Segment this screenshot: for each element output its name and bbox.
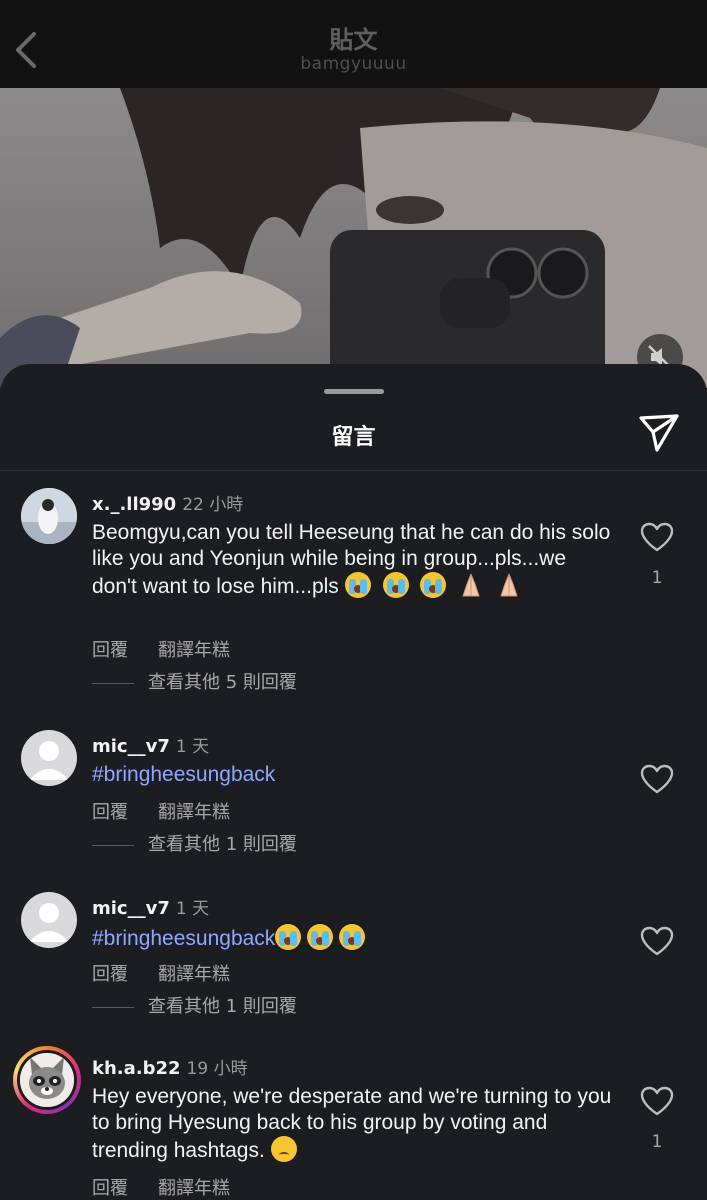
view-more-replies[interactable]: 查看其他 1 則回覆 — [92, 992, 297, 1018]
view-more-replies-label: 查看其他 5 則回覆 — [148, 672, 297, 693]
reply-button[interactable]: 回覆 — [92, 1178, 128, 1199]
loudly-crying-face-icon — [420, 572, 447, 598]
like-count: 1 — [651, 568, 663, 588]
page-subtitle-username[interactable]: bamgyuuuu — [0, 54, 707, 74]
view-more-replies-label: 查看其他 1 則回覆 — [148, 834, 297, 855]
comment-actions: 回覆 翻譯年糕 — [92, 1174, 260, 1200]
hashtag-link[interactable]: #bringheesungback — [92, 927, 275, 950]
default-avatar-icon — [29, 741, 69, 780]
loudly-crying-face-icon — [382, 572, 409, 598]
top-nav-bar: 貼文 bamgyuuuu — [0, 0, 707, 88]
view-more-replies[interactable]: 查看其他 1 則回覆 — [92, 830, 297, 856]
sheet-grabber-handle[interactable] — [324, 389, 384, 394]
comment-username[interactable]: kh.a.b22 — [92, 1058, 181, 1079]
comment-actions: 回覆 翻譯年糕 — [92, 798, 260, 824]
comment-actions: 回覆 翻譯年糕 — [92, 960, 260, 986]
avatar-ring-gap — [17, 1050, 77, 1110]
loudly-crying-face-icon — [275, 924, 302, 950]
avatar-photo — [20, 1053, 74, 1107]
replies-divider-line — [92, 844, 134, 846]
avatar[interactable] — [21, 488, 77, 544]
hashtag-link[interactable]: #bringheesungback — [92, 763, 275, 786]
translate-button[interactable]: 翻譯年糕 — [158, 964, 230, 985]
translate-button[interactable]: 翻譯年糕 — [158, 640, 230, 661]
like-button[interactable] — [640, 1086, 674, 1116]
view-more-replies[interactable]: 查看其他 5 則回覆 — [92, 668, 297, 694]
photo-illustration — [0, 88, 707, 388]
disappointed-face-icon — [270, 1136, 297, 1162]
loudly-crying-face-icon — [344, 572, 371, 598]
comment-time: 1 天 — [175, 737, 210, 757]
translate-button[interactable]: 翻譯年糕 — [158, 802, 230, 823]
default-avatar-icon — [29, 903, 69, 942]
like-button[interactable] — [640, 522, 674, 552]
comment-text: Hey everyone, we're desperate and we're … — [92, 1084, 612, 1164]
like-button[interactable] — [640, 926, 674, 956]
comment-meta: x._.ll990 22 小時 — [92, 490, 243, 515]
translate-button[interactable]: 翻譯年糕 — [158, 1178, 230, 1199]
replies-divider-line — [92, 1006, 134, 1008]
folded-hands-icon — [496, 572, 522, 598]
comment-text: #bringheesungback — [92, 762, 612, 788]
heart-icon — [640, 522, 674, 552]
reply-button[interactable]: 回覆 — [92, 802, 128, 823]
heart-icon — [640, 764, 674, 794]
raccoon-avatar-icon — [20, 1053, 74, 1107]
comments-title: 留言 — [331, 425, 376, 450]
share-button[interactable] — [637, 410, 681, 454]
comment-username[interactable]: mic__v7 — [92, 898, 170, 919]
avatar-with-story-ring[interactable] — [13, 1046, 81, 1114]
replies-divider-line — [92, 682, 134, 684]
heart-icon — [640, 1086, 674, 1116]
post-comments-screen: 貼文 bamgyuuuu 留言 x._.ll990 22 小時 Beomgyu,… — [0, 0, 707, 1200]
comment-actions: 回覆 翻譯年糕 — [92, 636, 260, 662]
comment-meta: kh.a.b22 19 小時 — [92, 1054, 248, 1079]
loudly-crying-face-icon — [307, 924, 334, 950]
loudly-crying-face-icon — [339, 924, 366, 950]
share-send-icon — [639, 414, 679, 452]
comment-time: 1 天 — [175, 899, 210, 919]
page-title: 貼文 — [329, 26, 378, 54]
post-photo — [0, 88, 707, 388]
comment-body: Hey everyone, we're desperate and we're … — [92, 1085, 612, 1162]
comment-username[interactable]: mic__v7 — [92, 736, 170, 757]
avatar[interactable] — [21, 892, 77, 948]
comment-time: 22 小時 — [182, 495, 244, 515]
avatar-photo — [21, 488, 77, 544]
comment-text: #bringheesungback — [92, 924, 612, 952]
avatar[interactable] — [21, 730, 77, 786]
comment-time: 19 小時 — [186, 1059, 248, 1079]
like-count: 1 — [651, 1132, 663, 1152]
reply-button[interactable]: 回覆 — [92, 964, 128, 985]
heart-icon — [640, 926, 674, 956]
comment-text: Beomgyu,can you tell Heeseung that he ca… — [92, 520, 612, 600]
divider — [0, 470, 707, 471]
view-more-replies-label: 查看其他 1 則回覆 — [148, 996, 297, 1017]
comment-meta: mic__v7 1 天 — [92, 732, 209, 757]
comment-username[interactable]: x._.ll990 — [92, 494, 176, 515]
folded-hands-icon — [458, 572, 484, 598]
comments-sheet: 留言 x._.ll99022 小時 Beomgyu,can you tell — [0, 364, 707, 1200]
reply-button[interactable]: 回覆 — [92, 640, 128, 661]
like-button[interactable] — [640, 764, 674, 794]
comment-meta: mic__v7 1 天 — [92, 894, 209, 919]
